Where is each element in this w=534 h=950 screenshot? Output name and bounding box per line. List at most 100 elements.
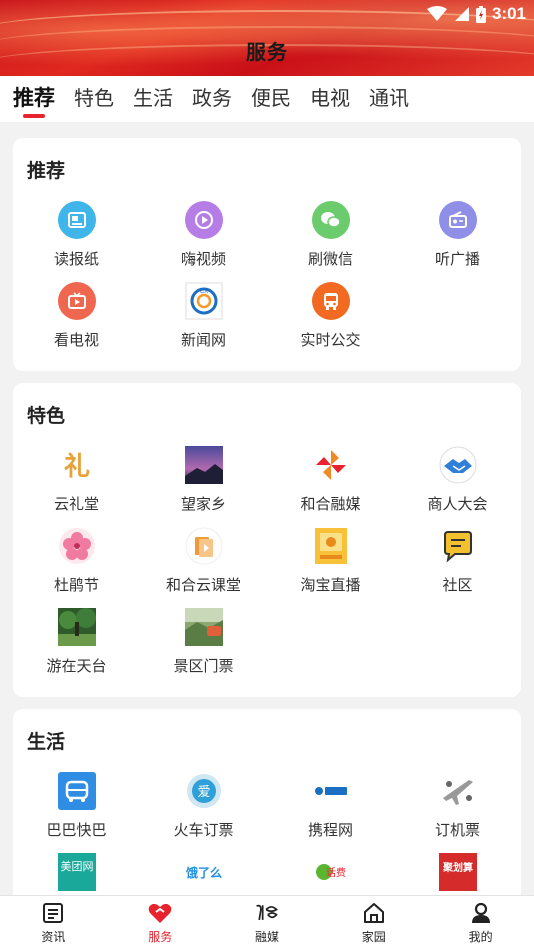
service-read-newspaper[interactable]: 读报纸 [13, 200, 140, 280]
service-merchant-conference[interactable]: 商人大会 [394, 445, 521, 525]
status-bar: 3:01 [426, 4, 526, 24]
battery-icon [475, 5, 486, 23]
media-logo-icon [254, 901, 280, 925]
news-site-logo-icon: CX [184, 281, 224, 321]
phone-recharge-logo-icon: 话费 [311, 852, 351, 892]
logo-text: 饿了么 [185, 865, 222, 880]
cloud-hall-icon: 礼 [57, 445, 97, 485]
service-label: 新闻网 [180, 332, 226, 349]
service-scenic-tickets[interactable]: 景区门票 [140, 607, 267, 687]
svg-text:礼: 礼 [64, 451, 90, 482]
service-news-site[interactable]: CX 新闻网 [140, 281, 267, 361]
ctrip-logo-icon [311, 771, 351, 811]
home-icon [361, 901, 387, 925]
service-label: 听广播 [434, 251, 480, 268]
taobao-live-icon [311, 526, 351, 566]
section-title: 生活 [27, 732, 66, 753]
service-azalea-festival[interactable]: 杜鹃节 [13, 526, 140, 606]
bus-icon [311, 281, 351, 321]
page-title: 服务 [246, 42, 288, 64]
bus-express-icon [57, 771, 97, 811]
newspaper-icon [57, 200, 97, 240]
service-label: 商人大会 [427, 496, 488, 513]
service-label: 和合融媒 [300, 496, 361, 513]
service-label: 刷微信 [307, 251, 353, 268]
tab-convenience[interactable]: 便民 [251, 76, 291, 122]
tab-communication[interactable]: 通讯 [369, 76, 409, 122]
service-watch-tv[interactable]: 看电视 [13, 281, 140, 361]
category-tabs: 推荐 特色 生活 政务 便民 电视 通讯 [0, 76, 534, 122]
handshake-icon [438, 445, 478, 485]
bottom-navigation: 资讯 服务 融媒 家园 我的 [0, 895, 534, 950]
nav-media[interactable]: 融媒 [214, 896, 321, 950]
nav-label: 资讯 [41, 930, 66, 944]
service-hehe-media[interactable]: 和合融媒 [267, 445, 394, 525]
service-cloud-classroom[interactable]: 和合云课堂 [140, 526, 267, 606]
service-meituan[interactable]: 美团网 [13, 852, 140, 895]
service-label: 看电视 [53, 332, 99, 349]
service-radio[interactable]: 听广播 [394, 200, 521, 280]
news-icon [40, 901, 66, 925]
service-wechat[interactable]: 刷微信 [267, 200, 394, 280]
service-label: 淘宝直播 [300, 577, 361, 594]
recommend-card: 推荐 读报纸 嗨视频 刷微信 听广播 看电视 CX 新闻网 实时公交 [13, 138, 521, 371]
eleme-logo-icon: 饿了么 [184, 852, 224, 892]
service-label: 订机票 [434, 822, 480, 839]
nav-news[interactable]: 资讯 [0, 896, 107, 950]
service-community[interactable]: 社区 [394, 526, 521, 606]
nav-home[interactable]: 家园 [320, 896, 427, 950]
service-travel-tiantai[interactable]: 游在天台 [13, 607, 140, 687]
service-label: 携程网 [307, 822, 353, 839]
tab-life[interactable]: 生活 [133, 76, 173, 122]
profile-icon [468, 901, 494, 925]
tv-icon [57, 281, 97, 321]
service-realtime-bus[interactable]: 实时公交 [267, 281, 394, 361]
scenic-ticket-photo-icon [184, 607, 224, 647]
service-phone-recharge[interactable]: 话费 [267, 852, 394, 895]
radio-icon [438, 200, 478, 240]
cloud-class-icon [184, 526, 224, 566]
train-ticket-icon: 爱 [184, 771, 224, 811]
service-baba-bus[interactable]: 巴巴快巴 [13, 771, 140, 851]
svg-text:爱: 爱 [197, 785, 210, 800]
pinwheel-logo-icon [311, 445, 351, 485]
tab-recommend[interactable]: 推荐 [13, 76, 55, 122]
service-label: 火车订票 [173, 822, 234, 839]
services-content[interactable]: 推荐 读报纸 嗨视频 刷微信 听广播 看电视 CX 新闻网 实时公交 特色 礼 … [0, 122, 534, 895]
hometown-photo-icon [184, 445, 224, 485]
service-label: 云礼堂 [53, 496, 99, 513]
service-ctrip[interactable]: 携程网 [267, 771, 394, 851]
service-hometown[interactable]: 望家乡 [140, 445, 267, 525]
service-label: 游在天台 [46, 658, 107, 675]
nav-profile[interactable]: 我的 [427, 896, 534, 950]
service-label: 社区 [442, 577, 473, 594]
airplane-icon [438, 771, 478, 811]
service-flight-tickets[interactable]: 订机票 [394, 771, 521, 851]
tab-featured[interactable]: 特色 [74, 76, 114, 122]
signal-icon [454, 7, 469, 21]
service-label: 杜鹃节 [53, 577, 99, 594]
svg-text:CX: CX [200, 289, 208, 295]
service-label: 嗨视频 [180, 251, 226, 268]
juhuasuan-logo-icon: 聚划算 [438, 852, 478, 892]
section-title: 推荐 [27, 161, 66, 182]
service-label: 巴巴快巴 [46, 822, 107, 839]
service-cloud-hall[interactable]: 礼 云礼堂 [13, 445, 140, 525]
service-juhuasuan[interactable]: 聚划算 [394, 852, 521, 895]
nav-service[interactable]: 服务 [107, 896, 214, 950]
tab-government[interactable]: 政务 [192, 76, 232, 122]
life-card: 生活 巴巴快巴 爱 火车订票 携程网 订机票 美团网 饿了么 话费 聚划算 [13, 709, 521, 895]
service-eleme[interactable]: 饿了么 [140, 852, 267, 895]
service-video[interactable]: 嗨视频 [140, 200, 267, 280]
wifi-icon [426, 6, 447, 21]
service-train-tickets[interactable]: 爱 火车订票 [140, 771, 267, 851]
wechat-icon [311, 200, 351, 240]
service-taobao-live[interactable]: 淘宝直播 [267, 526, 394, 606]
tab-tv[interactable]: 电视 [310, 76, 350, 122]
service-label: 望家乡 [180, 496, 226, 513]
azalea-flower-icon [57, 526, 97, 566]
service-heart-icon [147, 901, 173, 925]
nav-label: 融媒 [254, 930, 279, 944]
status-time: 3:01 [491, 4, 526, 23]
nav-label: 家园 [361, 930, 386, 944]
